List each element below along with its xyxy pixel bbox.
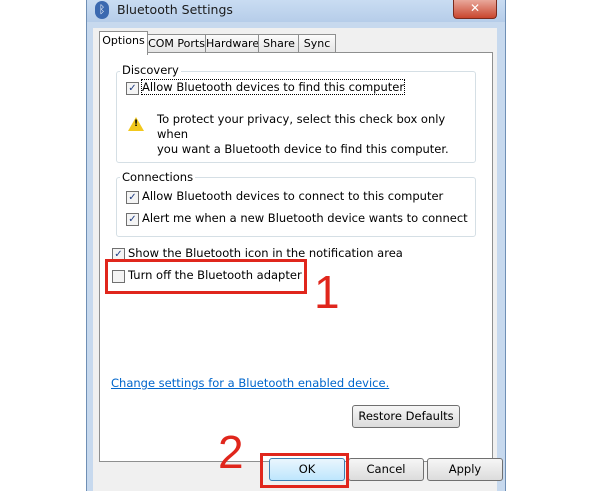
step-2-highlight xyxy=(260,453,349,488)
alert-connect-label[interactable]: Alert me when a new Bluetooth device wan… xyxy=(142,211,468,225)
title-bar[interactable]: ᛒ Bluetooth Settings ✕ xyxy=(87,0,505,22)
tab-hardware[interactable]: Hardware xyxy=(205,34,260,54)
allow-connect-checkbox[interactable]: ✓ xyxy=(126,191,139,204)
tab-sync[interactable]: Sync xyxy=(298,34,336,54)
bluetooth-icon: ᛒ xyxy=(95,1,109,19)
allow-find-label[interactable]: Allow Bluetooth devices to find this com… xyxy=(140,79,406,95)
warning-icon: ! xyxy=(128,117,144,131)
discovery-group-title: Discovery xyxy=(120,63,181,77)
step-2-number: 2 xyxy=(218,426,244,478)
window-title: Bluetooth Settings xyxy=(117,2,233,17)
warning-line-2: you want a Bluetooth device to find this… xyxy=(157,142,449,156)
tab-com-ports[interactable]: COM Ports xyxy=(146,34,207,54)
options-panel: Discovery ✓ Allow Bluetooth devices to f… xyxy=(99,52,493,462)
step-1-number: 1 xyxy=(314,266,340,318)
close-icon[interactable]: ✕ xyxy=(453,0,497,19)
connections-group xyxy=(116,177,476,237)
connections-group-title: Connections xyxy=(120,170,196,184)
change-settings-link[interactable]: Change settings for a Bluetooth enabled … xyxy=(111,376,389,390)
allow-find-checkbox[interactable]: ✓ xyxy=(126,82,139,95)
tab-options[interactable]: Options xyxy=(99,31,148,55)
restore-defaults-button[interactable]: Restore Defaults xyxy=(352,405,460,428)
alert-connect-checkbox[interactable]: ✓ xyxy=(126,213,139,226)
tab-share[interactable]: Share xyxy=(258,34,300,54)
apply-button[interactable]: Apply xyxy=(427,458,503,481)
cancel-button[interactable]: Cancel xyxy=(348,458,424,481)
step-1-highlight xyxy=(105,259,307,294)
allow-connect-label[interactable]: Allow Bluetooth devices to connect to th… xyxy=(142,189,443,203)
bluetooth-settings-window: ᛒ Bluetooth Settings ✕ Options COM Ports… xyxy=(86,0,506,491)
privacy-warning-text: To protect your privacy, select this che… xyxy=(157,112,457,157)
warning-line-1: To protect your privacy, select this che… xyxy=(157,112,446,141)
show-icon-label[interactable]: Show the Bluetooth icon in the notificat… xyxy=(128,246,403,260)
